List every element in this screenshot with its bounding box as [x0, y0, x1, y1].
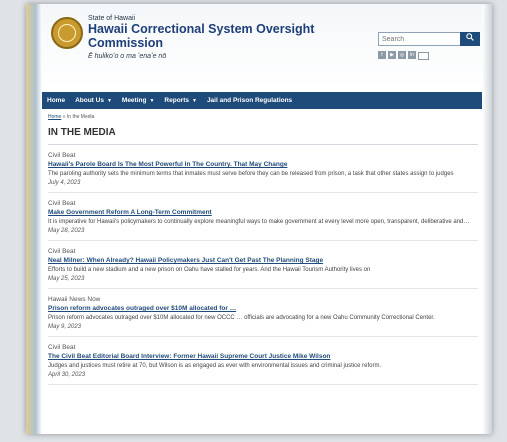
chevron-down-icon: ▼ — [191, 98, 197, 104]
article-headline-link[interactable]: Prison reform advocates outraged over $1… — [48, 305, 478, 312]
article-date: May 9, 2023 — [48, 324, 82, 330]
instagram-icon[interactable]: ◎ — [398, 51, 406, 59]
article-date: April 30, 2023 — [48, 372, 86, 378]
youtube-icon[interactable]: ▶ — [388, 51, 396, 59]
email-icon[interactable] — [418, 52, 429, 60]
social-links: f ▶ ◎ in — [378, 51, 429, 60]
nav-reports[interactable]: Reports ▼ — [159, 97, 202, 104]
nav-home-label: Home — [47, 97, 66, 104]
article-source: Civil Beat — [48, 248, 76, 255]
search-button[interactable] — [460, 32, 480, 46]
search-icon — [466, 33, 474, 41]
article-headline-link[interactable]: Hawaii's Parole Board Is The Most Powerf… — [48, 161, 478, 168]
list-item: Civil Beat Hawaii's Parole Board Is The … — [48, 145, 478, 193]
article-summary: Judges and justices must retire at 70, b… — [48, 363, 382, 369]
nav-meeting[interactable]: Meeting ▼ — [117, 97, 160, 104]
list-item: Civil Beat The Civil Beat Editorial Boar… — [48, 337, 478, 385]
list-item: Hawaii News Now Prison reform advocates … — [48, 289, 478, 337]
article-headline-link[interactable]: Neal Milner: When Already? Hawaii Policy… — [48, 257, 478, 264]
article-source: Civil Beat — [48, 152, 76, 159]
article-headline-link[interactable]: The Civil Beat Editorial Board Interview… — [48, 353, 478, 360]
browser-frame: State of Hawaii Hawaii Correctional Syst… — [26, 4, 492, 434]
list-item: Civil Beat Make Government Reform A Long… — [48, 193, 478, 241]
site-header: State of Hawaii Hawaii Correctional Syst… — [42, 4, 482, 88]
facebook-icon[interactable]: f — [378, 51, 386, 59]
page-title: IN THE MEDIA — [48, 127, 478, 145]
search-input[interactable] — [378, 32, 464, 46]
nav-about-us[interactable]: About Us ▼ — [70, 97, 117, 104]
article-date: July 4, 2023 — [48, 180, 81, 186]
page-edge-decoration — [26, 4, 42, 434]
breadcrumb: Home » In the Media — [48, 114, 478, 122]
list-item: Civil Beat Neal Milner: When Already? Ha… — [48, 241, 478, 289]
article-source: Civil Beat — [48, 344, 76, 351]
article-date: May 25, 2023 — [48, 276, 85, 282]
nav-meeting-label: Meeting — [121, 97, 147, 104]
article-summary: Prison reform advocates outraged over $1… — [48, 315, 435, 321]
chevron-down-icon: ▼ — [149, 98, 155, 104]
chevron-down-icon: ▼ — [106, 98, 112, 104]
article-headline-link[interactable]: Make Government Reform A Long-Term Commi… — [48, 209, 478, 216]
state-seal-logo[interactable] — [51, 17, 83, 49]
site-title[interactable]: Hawaii Correctional System Oversight Com… — [88, 22, 318, 50]
article-source: Civil Beat — [48, 200, 76, 207]
article-date: May 28, 2023 — [48, 228, 85, 234]
site-tagline: Ē hulikoʻo o ma ʻenaʻe nō — [88, 53, 167, 60]
nav-home[interactable]: Home — [42, 97, 70, 104]
nav-reports-label: Reports — [164, 97, 189, 104]
article-source: Hawaii News Now — [48, 296, 101, 303]
nav-jail-label: Jail and Prison Regulations — [206, 97, 293, 104]
article-summary: The paroling authority sets the minimum … — [48, 171, 454, 177]
breadcrumb-home-link[interactable]: Home — [48, 114, 61, 120]
breadcrumb-separator: » — [62, 114, 66, 120]
linkedin-icon[interactable]: in — [408, 51, 416, 59]
nav-about-label: About Us — [75, 97, 104, 104]
main-nav: Home About Us ▼ Meeting ▼ Reports ▼ Jail an… — [42, 92, 482, 109]
nav-jail-prison-regulations[interactable]: Jail and Prison Regulations — [202, 97, 297, 104]
brand-state: State of Hawaii — [88, 15, 136, 22]
article-summary: It is imperative for Hawaii's policymake… — [48, 219, 470, 225]
article-summary: Efforts to build a new stadium and a new… — [48, 267, 371, 273]
main-content: Home » In the Media IN THE MEDIA Civil B… — [48, 114, 478, 385]
breadcrumb-current: In the Media — [66, 114, 95, 120]
seal-inner-ring — [58, 24, 76, 42]
page-edge-decoration-right — [482, 4, 492, 434]
